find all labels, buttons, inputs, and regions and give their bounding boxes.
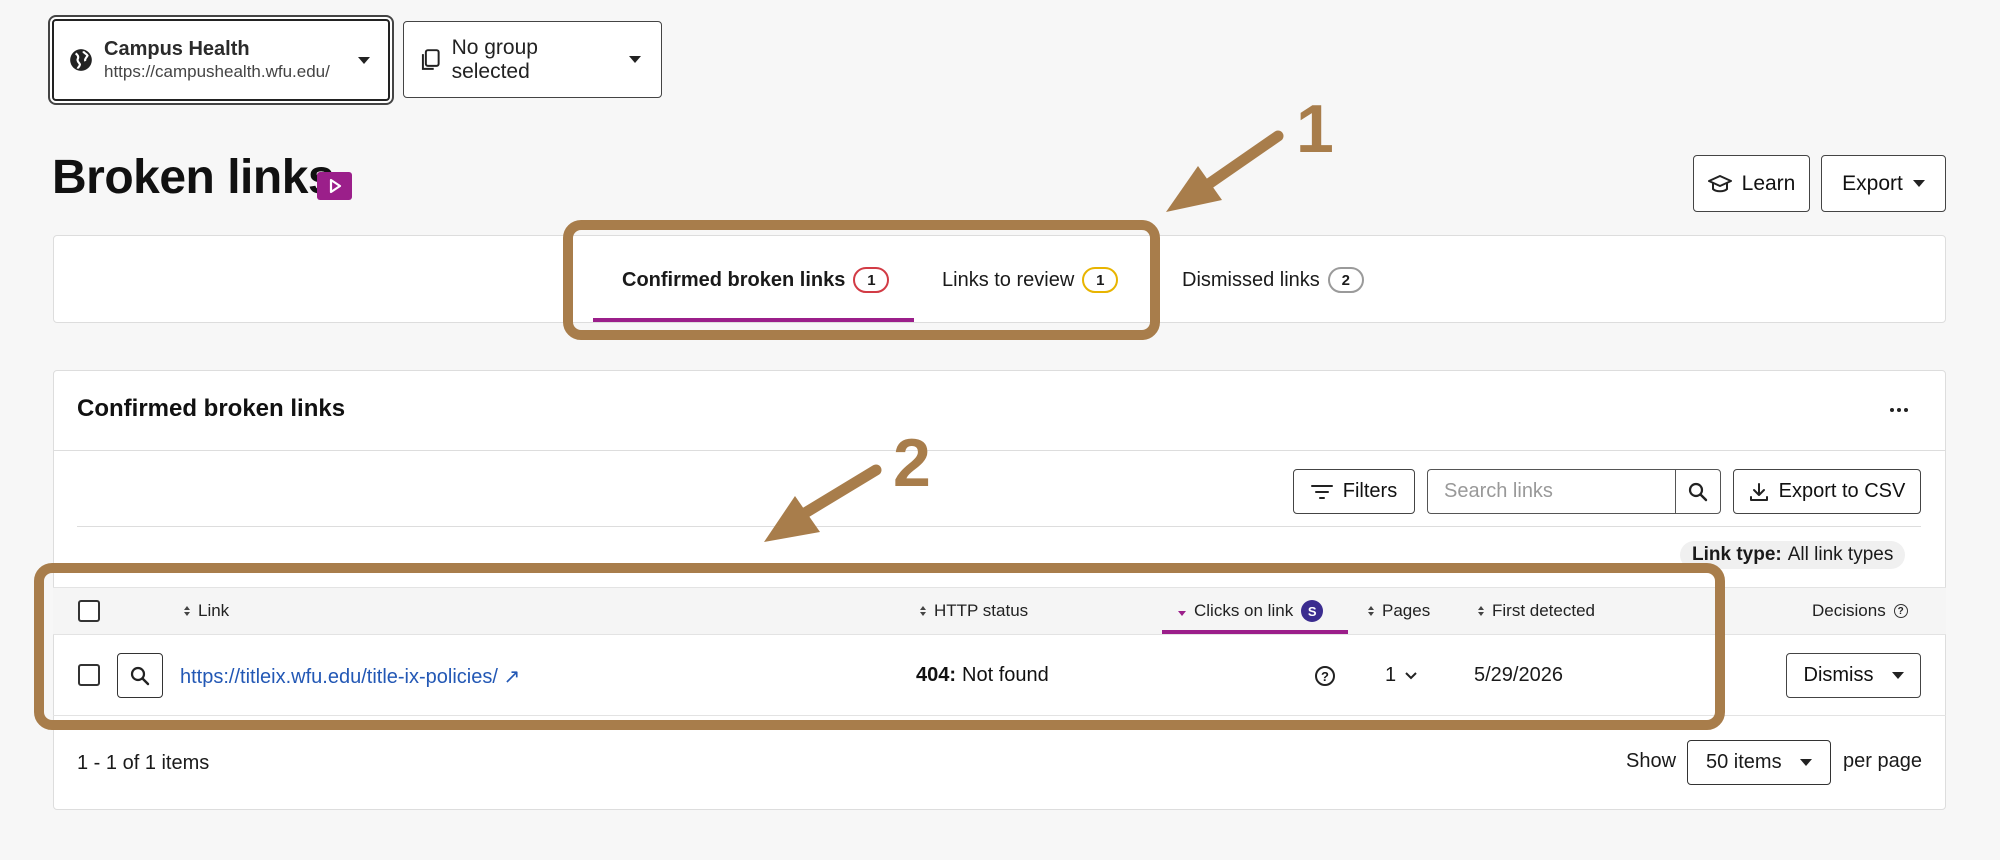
annotation-arrows: [764, 130, 1284, 542]
annotation-arrow-2: [764, 464, 882, 542]
annotation-arrow-1: [1166, 130, 1284, 212]
